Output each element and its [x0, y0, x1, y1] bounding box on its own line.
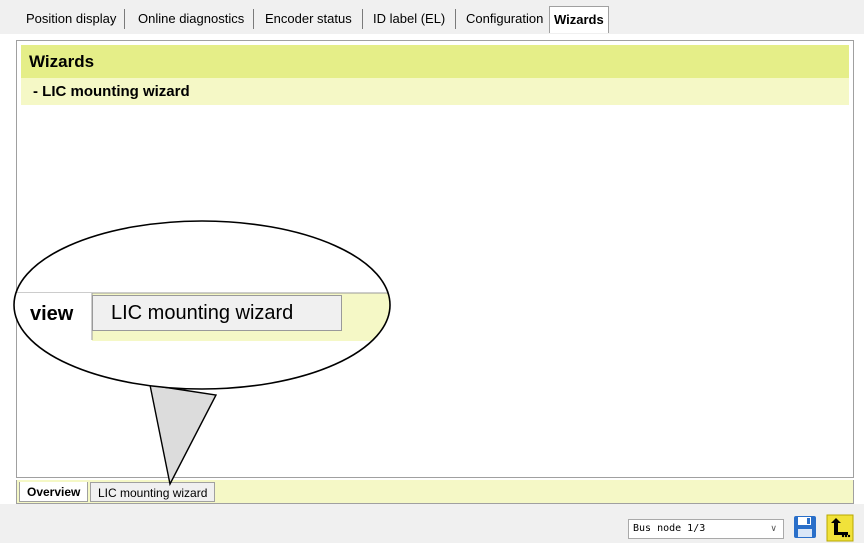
floppy-disk-icon	[794, 516, 816, 538]
export-button[interactable]	[826, 514, 854, 542]
subtab-lic-mounting-wizard[interactable]: LIC mounting wizard	[90, 482, 216, 502]
tab-online-diagnostics[interactable]: Online diagnostics	[138, 7, 244, 31]
main-tab-bar: Position display Online diagnostics Enco…	[0, 0, 864, 34]
tab-separator	[253, 9, 254, 29]
subtab-overview[interactable]: Overview	[19, 482, 89, 502]
wizards-panel: Wizards - LIC mounting wizard	[16, 40, 854, 478]
panel-subtitle: - LIC mounting wizard	[21, 78, 849, 105]
tab-configuration[interactable]: Configuration	[466, 7, 543, 31]
tab-separator	[124, 9, 125, 29]
panel-title: Wizards	[21, 45, 849, 78]
bus-node-select[interactable]: Bus node 1/3 ∨	[628, 519, 784, 539]
tab-separator	[362, 9, 363, 29]
wizard-subtab-strip: Overview LIC mounting wizard	[16, 480, 854, 504]
chevron-down-icon: ∨	[770, 524, 777, 534]
tab-separator	[455, 9, 456, 29]
save-button[interactable]	[792, 514, 818, 540]
status-bar: Bus node 1/3 ∨	[0, 504, 864, 543]
bus-node-value: Bus node 1/3	[633, 523, 706, 534]
export-arrow-icon	[826, 514, 854, 542]
tab-wizards[interactable]: Wizards	[549, 6, 609, 33]
tab-encoder-status[interactable]: Encoder status	[265, 7, 352, 31]
tab-position-display[interactable]: Position display	[26, 7, 116, 31]
tab-id-label[interactable]: ID label (EL)	[373, 7, 445, 31]
